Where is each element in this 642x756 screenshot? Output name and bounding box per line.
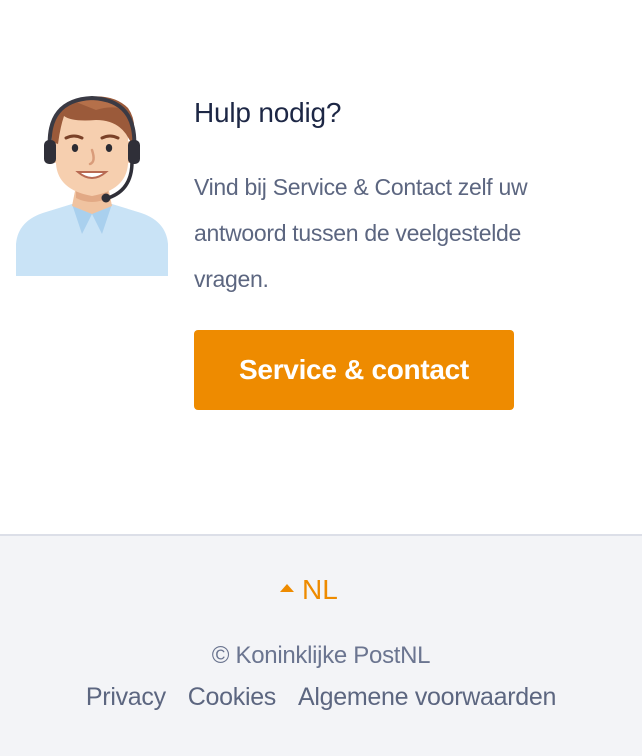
privacy-link[interactable]: Privacy [86, 683, 166, 712]
copyright-text: © Koninklijke PostNL [211, 642, 431, 669]
footer: NL © Koninklijke PostNL Privacy Cookies … [0, 534, 642, 756]
customer-service-avatar-icon [16, 95, 168, 276]
language-switcher[interactable]: NL [280, 574, 338, 606]
help-description: Vind bij Service & Contact zelf uw antwo… [194, 174, 528, 292]
help-title: Hulp nodig? [194, 97, 342, 128]
language-label: NL [302, 574, 338, 605]
help-section: Hulp nodig? Vind bij Service & Contact z… [0, 0, 642, 534]
service-contact-button[interactable]: Service & contact [194, 330, 514, 410]
cookies-link[interactable]: Cookies [188, 683, 277, 712]
page: Hulp nodig? Vind bij Service & Contact z… [0, 0, 642, 756]
footer-links: Privacy Cookies Algemene voorwaarden [0, 683, 642, 712]
terms-link[interactable]: Algemene voorwaarden [298, 683, 556, 712]
caret-up-icon [280, 584, 294, 592]
